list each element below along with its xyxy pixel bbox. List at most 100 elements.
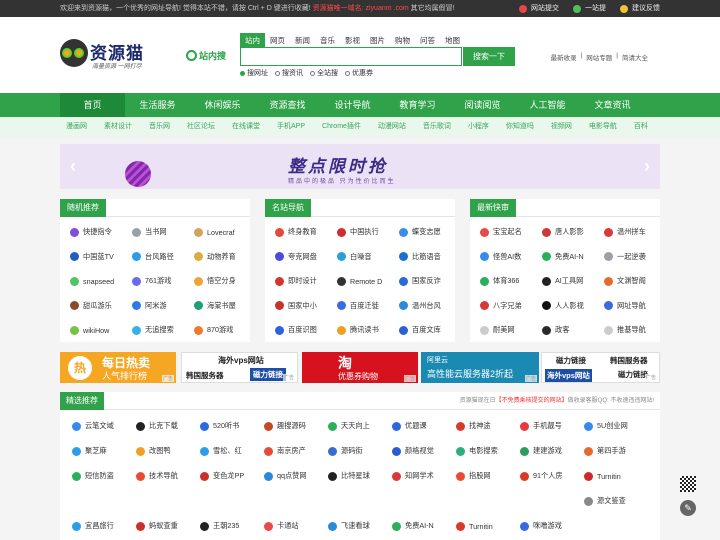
top-link[interactable]: 一站提 — [573, 0, 606, 17]
top-link[interactable]: 建议反馈 — [620, 0, 660, 17]
site-link[interactable]: 比特星球 — [328, 467, 392, 485]
site-link[interactable]: 870游戏 — [194, 321, 256, 339]
site-link[interactable]: 云笔文域 — [72, 417, 136, 435]
subnav-item[interactable]: 素材设计 — [104, 117, 132, 137]
site-link[interactable]: 一起逆袭 — [604, 248, 666, 266]
search-tab[interactable]: 购物 — [390, 33, 415, 48]
site-link[interactable]: 唐人影影 — [542, 223, 604, 241]
site-link[interactable]: 卡通站 — [264, 517, 328, 535]
subnav-item[interactable]: 小程序 — [468, 117, 489, 137]
search-tab[interactable]: 图片 — [365, 33, 390, 48]
site-link[interactable]: 文渊智阁 — [604, 272, 666, 290]
search-scope-radio[interactable]: 搜网址 — [240, 68, 268, 78]
ad-aliyun[interactable]: 阿里云 高性能云服务器2折起 广告 — [421, 352, 539, 383]
site-link[interactable]: 体育366 — [480, 272, 542, 290]
site-link[interactable]: 温州台风 — [399, 297, 461, 315]
header-link[interactable]: 最新收录 — [551, 52, 577, 62]
site-link[interactable]: 技术导航 — [136, 467, 200, 485]
site-link[interactable]: qq点赞网 — [264, 467, 328, 485]
site-link[interactable]: 第四手游 — [584, 442, 648, 460]
site-link[interactable]: 中国执行 — [337, 223, 399, 241]
site-link[interactable]: 趣搜源码 — [264, 417, 328, 435]
site-link[interactable]: 免费AI-N — [392, 517, 456, 535]
search-tab[interactable]: 影视 — [340, 33, 365, 48]
site-link[interactable]: 761游戏 — [132, 272, 194, 290]
site-link[interactable]: AI工具网 — [542, 272, 604, 290]
search-input[interactable] — [240, 47, 462, 66]
subnav-item[interactable]: 你知道吗 — [506, 117, 534, 137]
logo[interactable]: 资源猫 海量资源 一网打尽 — [60, 39, 170, 77]
site-link[interactable]: 优题课 — [392, 417, 456, 435]
site-link[interactable]: 手机靓号 — [520, 417, 584, 435]
search-tab[interactable]: 站内 — [240, 33, 265, 48]
search-scope-radio[interactable]: 搜资讯 — [275, 68, 303, 78]
nav-item[interactable]: 阅读阅览 — [450, 93, 515, 117]
site-link[interactable]: 指股网 — [456, 467, 520, 485]
site-link[interactable]: 怪兽AI数 — [480, 248, 542, 266]
site-link[interactable]: 八字兄弟 — [480, 297, 542, 315]
site-link[interactable]: 人人影视 — [542, 297, 604, 315]
site-link[interactable]: 腾讯读书 — [337, 321, 399, 339]
ad-taobao[interactable]: 淘 优惠券购物 广告 — [302, 352, 418, 383]
header-link[interactable]: 网站专题 — [586, 52, 612, 62]
site-link[interactable]: 王朝235 — [200, 517, 264, 535]
banner-prev-arrow-icon[interactable]: ‹ — [70, 156, 76, 177]
subnav-item[interactable]: Chrome插件 — [322, 117, 361, 137]
site-link[interactable]: 国家反诈 — [399, 272, 461, 290]
site-link[interactable]: 比克下载 — [136, 417, 200, 435]
subnav-item[interactable]: 视频网 — [551, 117, 572, 137]
subnav-item[interactable]: 社区论坛 — [187, 117, 215, 137]
subnav-item[interactable]: 百科 — [634, 117, 648, 137]
banner-next-arrow-icon[interactable]: › — [644, 156, 650, 177]
site-link[interactable]: 聚芝麻 — [72, 442, 136, 460]
site-link[interactable]: 推基导航 — [604, 321, 666, 339]
ad-vps-2[interactable]: 磁力链接 韩国服务器 海外vps网站 磁力链接 广告 — [541, 352, 660, 383]
site-link[interactable]: 比筋语音 — [399, 248, 461, 266]
search-tab[interactable]: 问答 — [415, 33, 440, 48]
site-link[interactable]: 颜格视觉 — [392, 442, 456, 460]
site-link[interactable]: 建建游戏 — [520, 442, 584, 460]
site-link[interactable]: 政客 — [542, 321, 604, 339]
subnav-item[interactable]: 音乐歌词 — [423, 117, 451, 137]
site-link[interactable]: Lovecraf — [194, 223, 256, 241]
qr-code-icon[interactable] — [680, 476, 696, 492]
site-link[interactable]: 免费AI-N — [542, 248, 604, 266]
site-link[interactable]: 5U创业网 — [584, 417, 648, 435]
site-link[interactable]: 海棠书屋 — [194, 297, 256, 315]
nav-item[interactable]: 生活服务 — [125, 93, 190, 117]
site-link[interactable]: 宝宝起名 — [480, 223, 542, 241]
site-link[interactable]: 咪噜游戏 — [520, 517, 584, 535]
site-link[interactable]: 动物养育 — [194, 248, 256, 266]
site-link[interactable]: 找神途 — [456, 417, 520, 435]
site-link[interactable]: 甜瓜游乐 — [70, 297, 132, 315]
site-link[interactable]: 变色龙PP — [200, 467, 264, 485]
site-link[interactable]: 温州拼车 — [604, 223, 666, 241]
subnav-item[interactable]: 电影导航 — [589, 117, 617, 137]
site-link[interactable]: 知网学术 — [392, 467, 456, 485]
search-tab[interactable]: 地图 — [440, 33, 465, 48]
site-link[interactable]: 即时设计 — [275, 272, 337, 290]
site-link[interactable]: 百度识图 — [275, 321, 337, 339]
search-tab[interactable]: 网页 — [265, 33, 290, 48]
site-link[interactable]: Remote D — [337, 272, 399, 290]
site-link[interactable]: 源文鉴查 — [584, 492, 648, 510]
site-link[interactable]: 雪松、红 — [200, 442, 264, 460]
site-link[interactable]: 终身教育 — [275, 223, 337, 241]
site-link[interactable]: 悟空分身 — [194, 272, 256, 290]
nav-item[interactable]: 文章资讯 — [580, 93, 645, 117]
site-link[interactable]: 南京房产 — [264, 442, 328, 460]
nav-item[interactable]: 人工智能 — [515, 93, 580, 117]
nav-item[interactable]: 教育学习 — [385, 93, 450, 117]
header-link[interactable]: 简请大全 — [622, 52, 648, 62]
search-scope-radio[interactable]: 优惠券 — [345, 68, 373, 78]
site-link[interactable]: 百度迁徙 — [337, 297, 399, 315]
subnav-item[interactable]: 音乐网 — [149, 117, 170, 137]
site-link[interactable]: 耐美网 — [480, 321, 542, 339]
nav-item[interactable]: 休闲娱乐 — [190, 93, 255, 117]
ad-vps-1[interactable]: 海外vps网站 韩国服务器 磁力链接 广告 — [181, 352, 298, 383]
site-link[interactable]: 百度文库 — [399, 321, 461, 339]
nav-item[interactable]: 设计导航 — [320, 93, 385, 117]
subnav-item[interactable]: 动漫网站 — [378, 117, 406, 137]
subnav-item[interactable]: 在线课堂 — [232, 117, 260, 137]
site-link[interactable]: snapseed — [70, 272, 132, 290]
